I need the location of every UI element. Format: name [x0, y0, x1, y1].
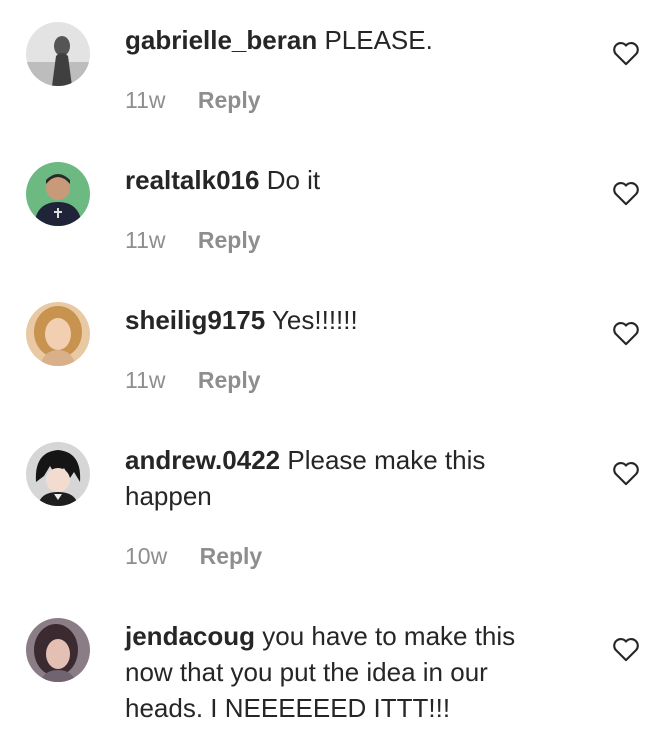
avatar[interactable]	[26, 442, 90, 506]
like-heart-icon[interactable]	[612, 460, 640, 486]
comment-username[interactable]: jendacoug	[125, 621, 255, 651]
comment-timestamp[interactable]: 10w	[125, 543, 167, 569]
comment-timestamp[interactable]: 11w	[125, 227, 166, 253]
like-heart-icon[interactable]	[612, 180, 640, 206]
avatar[interactable]	[26, 618, 90, 682]
comment-meta: 11w Reply	[125, 366, 261, 394]
avatar-image	[26, 162, 90, 226]
comment-message: Yes!!!!!!	[271, 305, 358, 335]
reply-button[interactable]: Reply	[200, 543, 263, 569]
reply-button[interactable]: Reply	[198, 87, 261, 113]
comment-text: sheilig9175 Yes!!!!!!	[125, 302, 565, 338]
comment-username[interactable]: sheilig9175	[125, 305, 265, 335]
comment-text: andrew.0422 Please make this happen	[125, 442, 565, 514]
comment-text: jendacoug you have to make this now that…	[125, 618, 565, 726]
comment-meta: 10w Reply	[125, 542, 262, 570]
avatar[interactable]	[26, 302, 90, 366]
avatar-image	[26, 618, 90, 682]
reply-button[interactable]: Reply	[198, 227, 261, 253]
comment-message: Do it	[266, 165, 321, 195]
reply-button[interactable]: Reply	[198, 367, 261, 393]
comment-timestamp[interactable]: 11w	[125, 87, 166, 113]
avatar[interactable]	[26, 162, 90, 226]
comment-timestamp[interactable]: 11w	[125, 367, 166, 393]
like-heart-icon[interactable]	[612, 636, 640, 662]
comment-username[interactable]: gabrielle_beran	[125, 25, 317, 55]
like-heart-icon[interactable]	[612, 40, 640, 66]
comment-username[interactable]: andrew.0422	[125, 445, 280, 475]
avatar-image	[26, 302, 90, 366]
like-heart-icon[interactable]	[612, 320, 640, 346]
avatar[interactable]	[26, 22, 90, 86]
comment-text: gabrielle_beran PLEASE.	[125, 22, 565, 58]
comment-meta: 11w Reply	[125, 86, 261, 114]
comment-message: PLEASE.	[324, 25, 433, 55]
comment-text: realtalk016 Do it	[125, 162, 565, 198]
avatar-image	[26, 442, 90, 506]
comment-username[interactable]: realtalk016	[125, 165, 259, 195]
avatar-image	[26, 22, 90, 86]
comment-meta: 11w Reply	[125, 226, 261, 254]
